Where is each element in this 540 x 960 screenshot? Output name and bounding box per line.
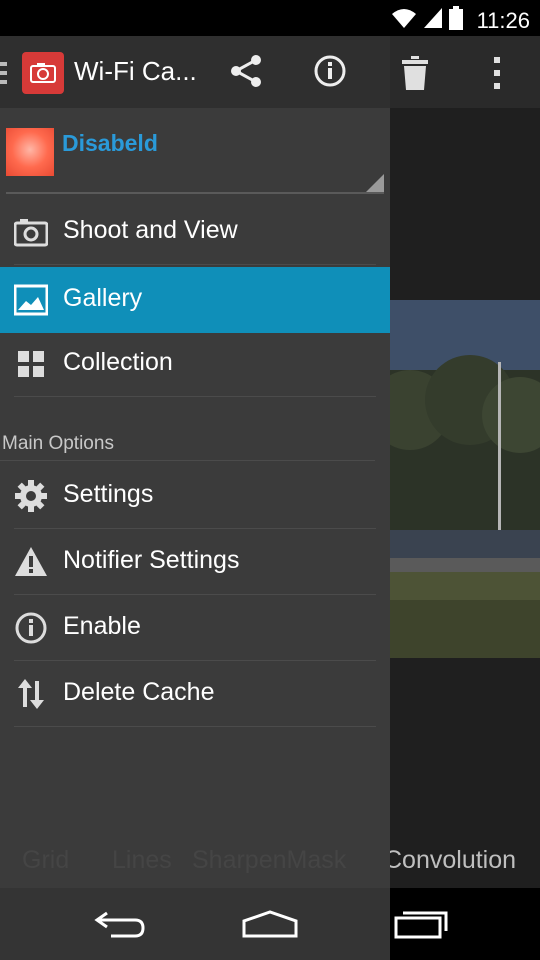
warning-icon	[14, 545, 48, 579]
divider	[14, 726, 376, 727]
status-icons: 11:26	[391, 6, 530, 35]
dropdown-corner-icon	[366, 174, 384, 192]
menu-item-gallery[interactable]: Gallery	[0, 267, 390, 333]
app-title: Wi-Fi Ca...	[74, 56, 197, 86]
grid-icon	[14, 347, 48, 381]
menu-item-label: Collection	[63, 348, 173, 376]
menu-item-collection[interactable]: Collection	[0, 331, 390, 397]
wifi-icon	[391, 7, 417, 34]
menu-item-settings[interactable]: Settings	[0, 463, 390, 529]
gear-icon	[14, 479, 48, 513]
menu-item-label: Gallery	[63, 284, 143, 312]
divider	[14, 264, 376, 265]
menu-item-label: Shoot and View	[63, 216, 238, 244]
share-icon[interactable]	[226, 51, 266, 91]
camera-icon	[13, 215, 49, 249]
recents-icon[interactable]	[391, 904, 451, 944]
account-underline	[6, 192, 384, 194]
avatar	[6, 128, 54, 176]
menu-item-label: Notifier Settings	[63, 546, 240, 574]
camera-app-icon[interactable]	[22, 52, 64, 94]
background-app-content: Convolution	[384, 36, 540, 888]
menu-icon[interactable]	[0, 58, 8, 88]
navigation-bar-left-dim	[0, 888, 390, 960]
menu-item-notifier-settings[interactable]: Notifier Settings	[0, 529, 390, 595]
trash-icon[interactable]	[402, 56, 428, 95]
transfer-icon	[14, 677, 48, 711]
image-icon	[13, 283, 49, 317]
tab-sharpenmask: SharpenMask	[192, 846, 347, 874]
signal-icon	[423, 7, 443, 34]
navigation-bar	[0, 888, 540, 960]
menu-item-label: Settings	[63, 480, 154, 508]
account-name: Disabeld	[62, 130, 158, 156]
status-time: 11:26	[476, 7, 530, 33]
battery-icon	[448, 6, 463, 35]
section-divider	[0, 460, 375, 461]
home-icon[interactable]	[240, 904, 300, 944]
navigation-drawer: Wi-Fi Ca... Disabeld Shoot and View Gall…	[0, 36, 390, 888]
account-spinner[interactable]: Disabeld	[0, 108, 390, 194]
menu-item-delete-cache[interactable]: Delete Cache	[0, 661, 390, 727]
background-action-bar	[390, 36, 540, 108]
drawer-header: Wi-Fi Ca...	[0, 36, 390, 108]
menu-item-enable[interactable]: Enable	[0, 595, 390, 661]
tab-grid: Grid	[22, 846, 70, 874]
info-circle-icon	[14, 611, 48, 645]
divider	[14, 396, 376, 397]
photo-preview[interactable]	[390, 300, 540, 658]
back-icon[interactable]	[90, 904, 150, 944]
status-bar: 11:26	[0, 0, 540, 36]
info-icon[interactable]	[310, 51, 350, 91]
section-label: Main Options	[2, 433, 114, 454]
tab-lines: Lines	[112, 846, 172, 874]
menu-item-label: Delete Cache	[63, 678, 215, 706]
tab-convolution[interactable]: Convolution	[384, 846, 516, 875]
overflow-icon[interactable]	[493, 56, 501, 95]
menu-item-label: Enable	[63, 612, 141, 640]
menu-item-shoot-and-view[interactable]: Shoot and View	[0, 199, 390, 265]
